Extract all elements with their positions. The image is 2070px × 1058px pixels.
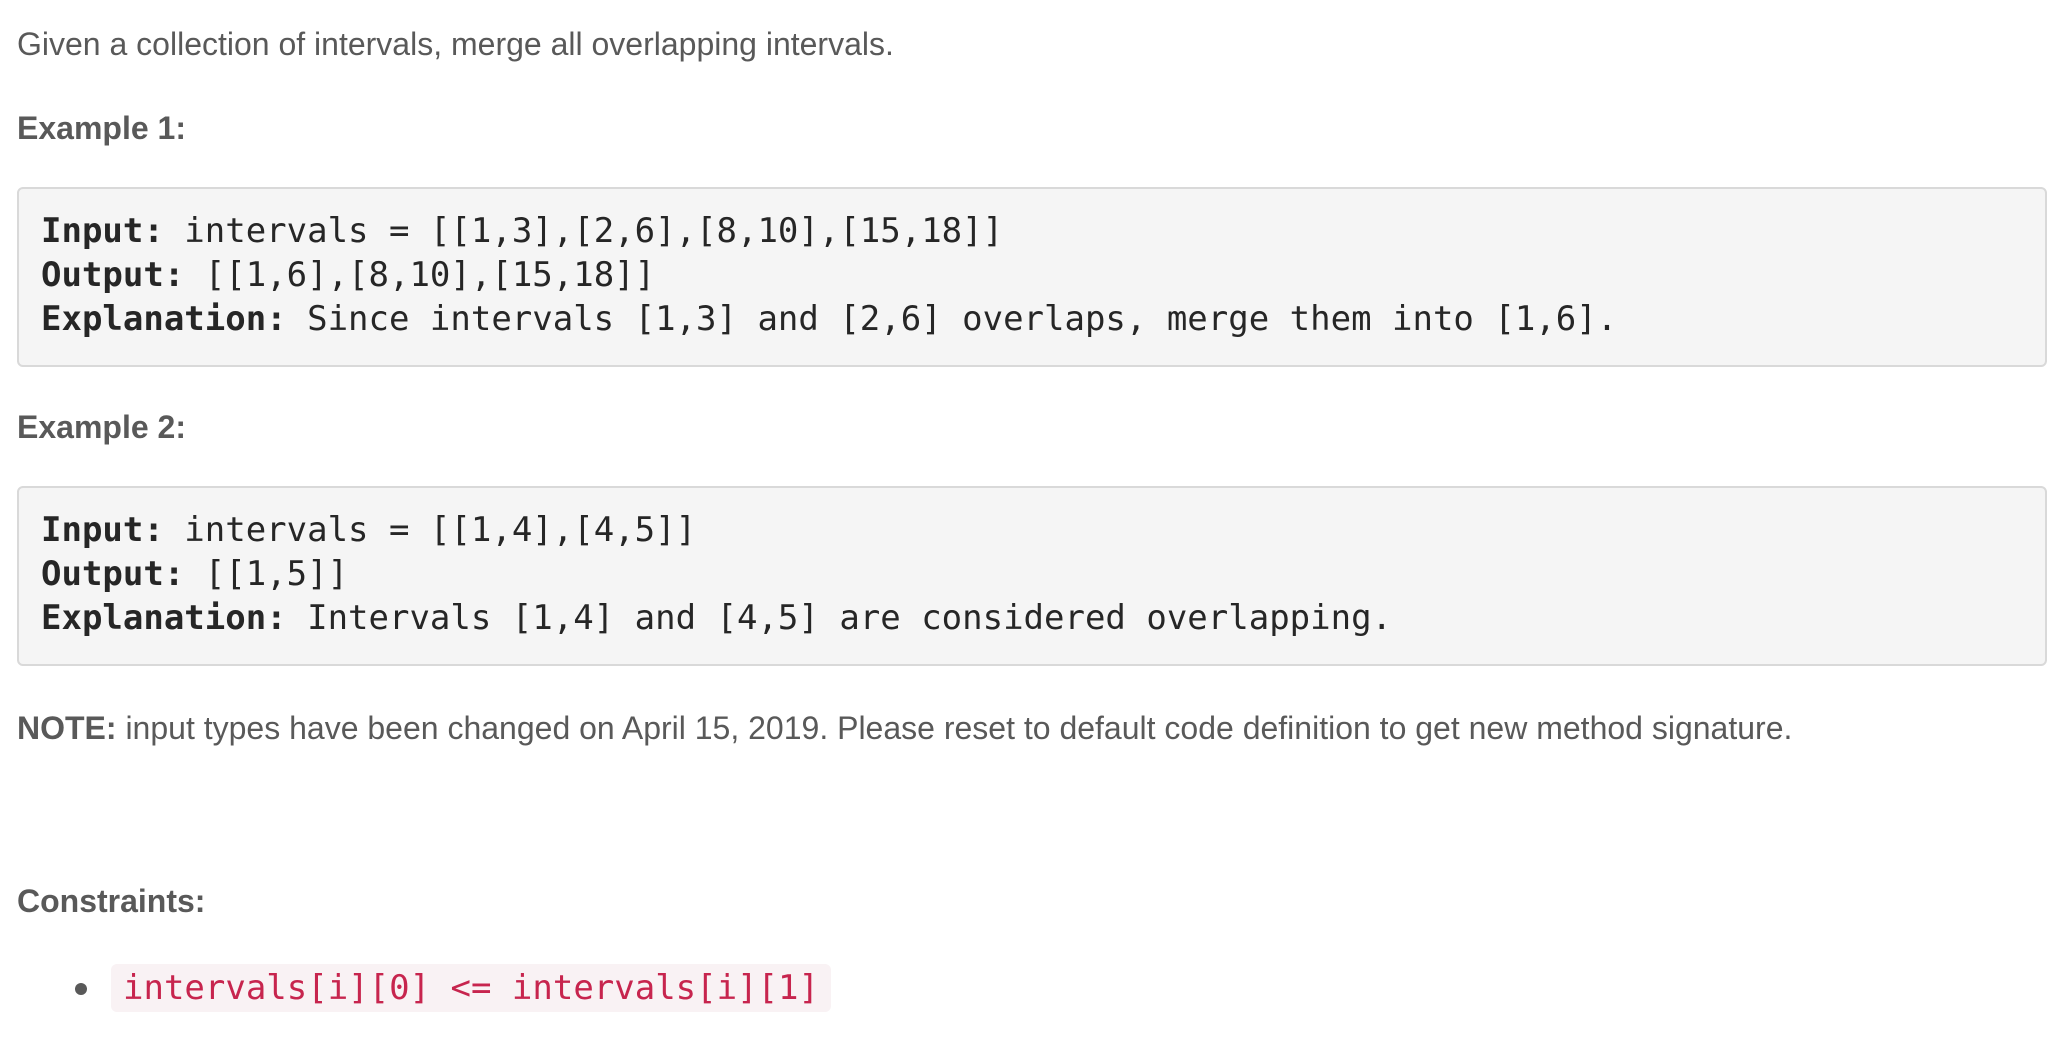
bullet-icon	[75, 983, 87, 995]
explanation-value: Intervals [1,4] and [4,5] are considered…	[286, 598, 1393, 638]
explanation-label: Explanation:	[41, 299, 287, 339]
example-1-title: Example 1:	[17, 110, 186, 146]
input-value: intervals = [[1,4],[4,5]]	[163, 510, 697, 550]
example-2-output-line: Output: [[1,5]]	[41, 552, 2023, 596]
constraint-code: intervals[i][0] <= intervals[i][1]	[111, 964, 831, 1012]
example-1-code-block: Input: intervals = [[1,3],[2,6],[8,10],[…	[17, 187, 2047, 367]
output-value: [[1,6],[8,10],[15,18]]	[184, 255, 656, 295]
explanation-value: Since intervals [1,3] and [2,6] overlaps…	[286, 299, 1618, 339]
example-2-input-line: Input: intervals = [[1,4],[4,5]]	[41, 508, 2023, 552]
example-1-input-line: Input: intervals = [[1,3],[2,6],[8,10],[…	[41, 209, 2023, 253]
problem-intro: Given a collection of intervals, merge a…	[17, 26, 894, 62]
example-1-output-line: Output: [[1,6],[8,10],[15,18]]	[41, 253, 2023, 297]
constraints-title: Constraints:	[17, 883, 206, 919]
example-2-title: Example 2:	[17, 409, 186, 445]
output-label: Output:	[41, 554, 185, 594]
example-2-code-block: Input: intervals = [[1,4],[4,5]] Output: …	[17, 486, 2047, 666]
input-label: Input:	[41, 510, 164, 550]
note-paragraph: NOTE: input types have been changed on A…	[17, 706, 1792, 750]
input-value: intervals = [[1,3],[2,6],[8,10],[15,18]]	[163, 211, 1004, 251]
output-value: [[1,5]]	[184, 554, 349, 594]
constraints-list: intervals[i][0] <= intervals[i][1]	[17, 964, 831, 1012]
example-1-explanation-line: Explanation: Since intervals [1,3] and […	[41, 297, 2023, 341]
example-2-explanation-line: Explanation: Intervals [1,4] and [4,5] a…	[41, 596, 2023, 640]
constraint-item: intervals[i][0] <= intervals[i][1]	[17, 964, 831, 1012]
explanation-label: Explanation:	[41, 598, 287, 638]
note-text: input types have been changed on April 1…	[116, 710, 1793, 746]
input-label: Input:	[41, 211, 164, 251]
output-label: Output:	[41, 255, 185, 295]
note-label: NOTE:	[17, 710, 117, 746]
